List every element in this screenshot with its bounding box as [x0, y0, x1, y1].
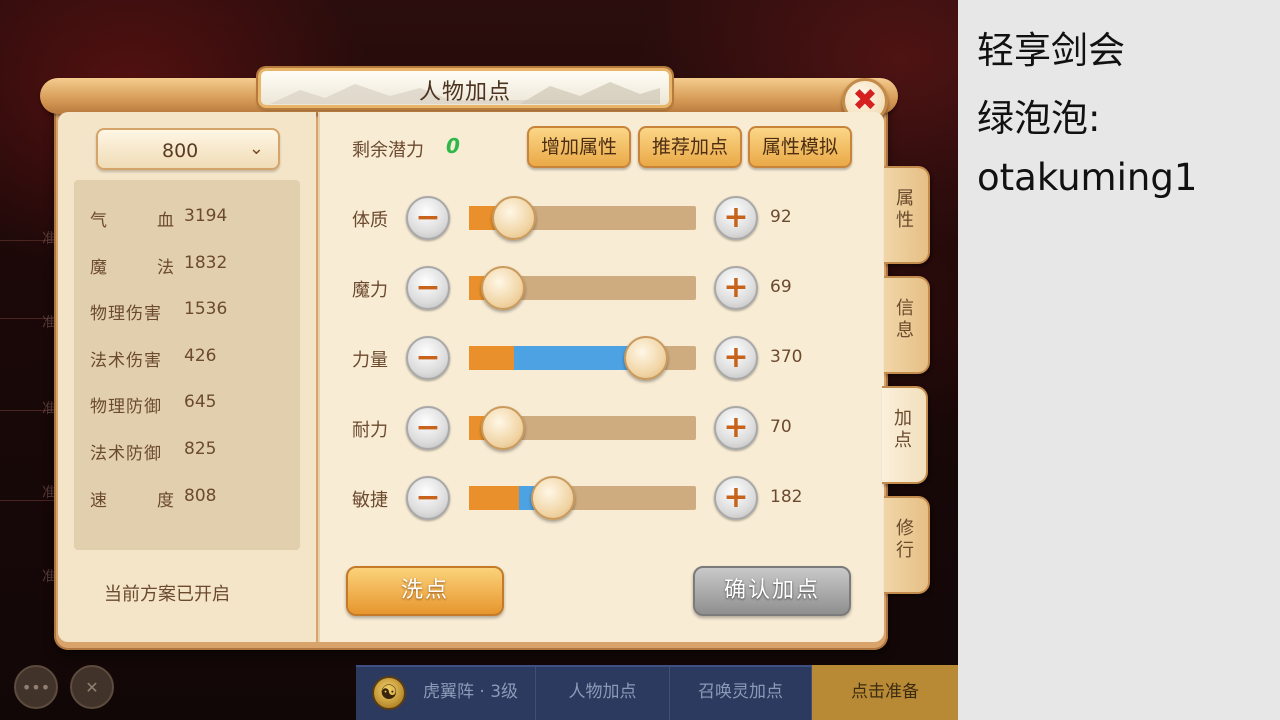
slider-base-fill — [469, 346, 514, 370]
stat-label: 魔 — [90, 258, 107, 278]
decrease-button[interactable]: − — [406, 406, 450, 450]
slider-handle[interactable] — [531, 476, 575, 520]
slider-handle[interactable] — [481, 266, 525, 310]
increase-button[interactable]: + — [714, 196, 758, 240]
attribute-slider[interactable] — [469, 406, 696, 450]
stat-label: 法术伤害 — [90, 351, 162, 371]
decrease-button[interactable]: − — [406, 336, 450, 380]
decrease-button[interactable]: − — [406, 266, 450, 310]
stat-label: 速 — [90, 491, 107, 511]
overlay-line-2: 绿泡泡: — [977, 97, 1101, 140]
attribute-label: 魔力 — [352, 280, 388, 301]
increase-button[interactable]: + — [714, 266, 758, 310]
plus-icon: + — [723, 340, 749, 375]
minus-icon: − — [415, 410, 441, 445]
stat-label: 气 — [90, 211, 107, 231]
character-points-tab[interactable]: 人物加点 — [536, 665, 670, 720]
tab-add-points[interactable]: 加点 — [882, 386, 928, 484]
stat-row-magic-dmg: 法术伤害 426 — [90, 346, 216, 371]
stat-value: 1832 — [184, 253, 228, 273]
slider-base-fill — [469, 486, 519, 510]
attribute-value: 182 — [770, 487, 803, 507]
attribute-value: 370 — [770, 347, 803, 367]
recommend-points-button[interactable]: 推荐加点 — [638, 126, 742, 168]
stat-row-mp: 魔 法 1832 — [90, 253, 227, 278]
increase-button[interactable]: + — [714, 476, 758, 520]
slider-handle[interactable] — [624, 336, 668, 380]
attribute-label: 体质 — [352, 210, 388, 231]
tab-label: 属性 — [896, 188, 914, 231]
minus-icon: − — [415, 340, 441, 375]
stat-row-speed: 速 度 808 — [90, 486, 216, 511]
tab-info[interactable]: 信息 — [884, 276, 930, 374]
dialog-title: 人物加点 — [418, 80, 511, 105]
stat-value: 426 — [184, 346, 217, 366]
summon-points-tab[interactable]: 召唤灵加点 — [670, 665, 812, 720]
chat-icon[interactable]: ••• — [14, 665, 58, 709]
scheme-status-text: 当前方案已开启 — [104, 584, 230, 605]
stat-row-phys-def: 物理防御 645 — [90, 392, 216, 417]
slider-handle[interactable] — [481, 406, 525, 450]
stat-label: 法术防御 — [90, 444, 162, 464]
reset-points-button[interactable]: 洗点 — [346, 566, 504, 616]
voice-mute-icon[interactable]: ✕ — [70, 665, 114, 709]
potential-label: 剩余潜力 — [352, 140, 424, 161]
stat-label: 法 — [157, 258, 174, 278]
tab-label: 修行 — [896, 518, 914, 561]
stat-value: 645 — [184, 392, 217, 412]
attribute-value: 70 — [770, 417, 792, 437]
formation-tab[interactable]: 虎翼阵 · 3级 — [406, 665, 536, 720]
plus-icon: + — [723, 270, 749, 305]
stat-value: 1536 — [184, 299, 228, 319]
tab-label: 加点 — [894, 408, 912, 451]
decrease-button[interactable]: − — [406, 476, 450, 520]
stat-label: 血 — [157, 211, 174, 231]
stat-value: 825 — [184, 439, 217, 459]
overlay-line-3: otakuming1 — [977, 156, 1198, 199]
confirm-points-button[interactable]: 确认加点 — [693, 566, 851, 616]
attribute-slider[interactable] — [469, 336, 696, 380]
tab-label: 信息 — [896, 298, 914, 341]
tab-cultivation[interactable]: 修行 — [884, 496, 930, 594]
potential-value: 0 — [446, 134, 460, 158]
minus-icon: − — [415, 200, 441, 235]
points-panel — [318, 112, 884, 642]
stat-row-phys-dmg: 物理伤害 1536 — [90, 299, 227, 324]
minus-icon: − — [415, 270, 441, 305]
decrease-button[interactable]: − — [406, 196, 450, 240]
stat-value: 808 — [184, 486, 217, 506]
tab-attributes[interactable]: 属性 — [884, 166, 930, 264]
attribute-label: 力量 — [352, 350, 388, 371]
attribute-label: 敏捷 — [352, 490, 388, 511]
slider-handle[interactable] — [492, 196, 536, 240]
stat-value: 3194 — [184, 206, 228, 226]
stat-label: 物理防御 — [90, 397, 162, 417]
plus-icon: + — [723, 200, 749, 235]
attribute-slider[interactable] — [469, 476, 696, 520]
tiger-emblem-icon[interactable]: ☯ — [372, 676, 406, 710]
attribute-value: 92 — [770, 207, 792, 227]
stat-row-magic-def: 法术防御 825 — [90, 439, 216, 464]
stat-row-hp: 气 血 3194 — [90, 206, 227, 231]
plan-selector-value: 800 — [162, 140, 199, 162]
attribute-value: 69 — [770, 277, 792, 297]
simulate-attributes-button[interactable]: 属性模拟 — [748, 126, 852, 168]
attribute-slider[interactable] — [469, 266, 696, 310]
attribute-label: 耐力 — [352, 420, 388, 441]
ready-button[interactable]: 点击准备 — [812, 665, 958, 720]
attribute-slider[interactable] — [469, 196, 696, 240]
plus-icon: + — [723, 410, 749, 445]
plus-icon: + — [723, 480, 749, 515]
increase-button[interactable]: + — [714, 336, 758, 380]
add-attribute-button[interactable]: 增加属性 — [527, 126, 631, 168]
stat-label: 度 — [157, 491, 174, 511]
overlay-line-1: 轻享剑会 — [977, 29, 1125, 72]
increase-button[interactable]: + — [714, 406, 758, 450]
minus-icon: − — [415, 480, 441, 515]
plan-selector[interactable]: 800 ⌄ — [96, 128, 280, 170]
stat-label: 物理伤害 — [90, 304, 162, 324]
chevron-down-icon: ⌄ — [248, 138, 264, 159]
